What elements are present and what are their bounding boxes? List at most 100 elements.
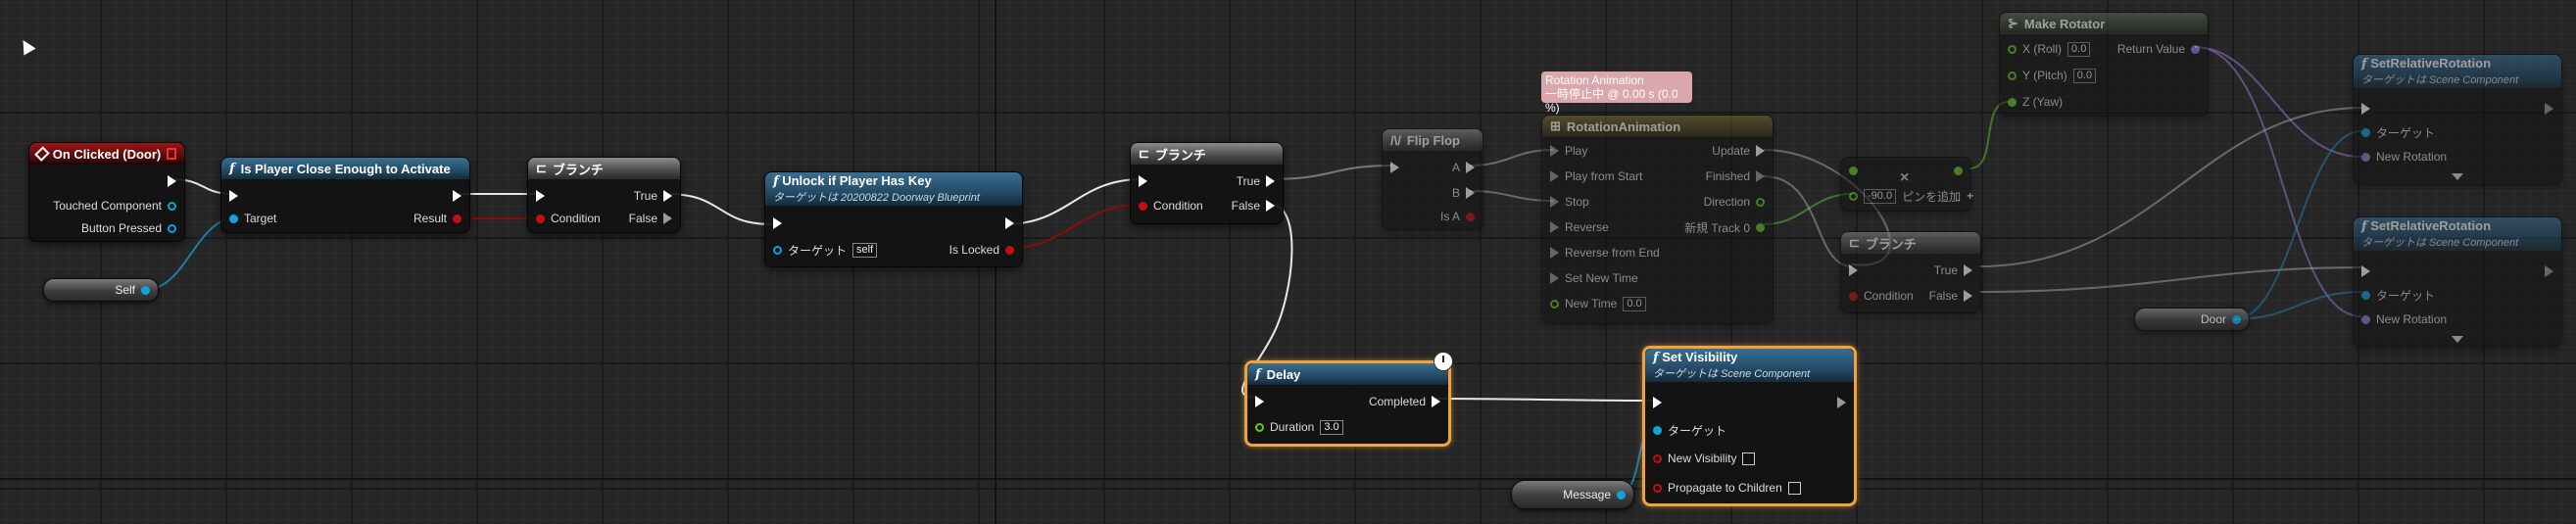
- pin-duration[interactable]: Duration 3.0: [1255, 418, 1343, 436]
- roll-value[interactable]: 0.0: [2067, 41, 2091, 57]
- branch-node-2[interactable]: ⊏ ブランチ True Condition False: [1130, 142, 1284, 224]
- plus-icon[interactable]: +: [1967, 189, 1973, 203]
- pin-result[interactable]: Result: [413, 210, 462, 227]
- pin-in-a[interactable]: [1849, 162, 1858, 179]
- blueprint-graph-canvas[interactable]: On Clicked (Door) Touched Component Butt…: [0, 0, 2576, 524]
- pin-b[interactable]: B: [1452, 184, 1475, 202]
- pin-target[interactable]: Target: [229, 210, 276, 227]
- pin-new-rotation[interactable]: New Rotation: [2361, 148, 2447, 166]
- event-node-on-clicked[interactable]: On Clicked (Door) Touched Component Butt…: [28, 142, 185, 242]
- variable-node-message[interactable]: Message: [1511, 480, 1634, 509]
- add-pin-label[interactable]: ピンを追加: [1902, 188, 1961, 205]
- exec-in-pin[interactable]: [2361, 262, 2370, 280]
- exec-pin-icon: [1756, 145, 1765, 157]
- duration-value[interactable]: 3.0: [1320, 419, 1343, 435]
- propagate-checkbox[interactable]: [1787, 481, 1801, 495]
- pin-pitch[interactable]: Y (Pitch) 0.0: [2008, 67, 2097, 84]
- pin-reverse[interactable]: Reverse: [1550, 218, 1609, 236]
- object-pin-icon: [2361, 290, 2370, 300]
- pin-touched-component[interactable]: Touched Component: [53, 197, 176, 214]
- exec-in-pin[interactable]: [1255, 393, 1264, 410]
- pin-new-visibility[interactable]: New Visibility: [1653, 450, 1756, 467]
- pin-condition[interactable]: Condition: [1849, 287, 1914, 305]
- flowcontrol-node-flip-flop[interactable]: /\/ Flip Flop A B Is A: [1382, 128, 1483, 230]
- pure-node-make-rotator[interactable]: ⊱ Make Rotator X (Roll) 0.0 Y (Pitch) 0.0 …: [1999, 12, 2209, 117]
- exec-in-pin[interactable]: [229, 187, 238, 205]
- pin-track-0[interactable]: 新規 Track 0: [1684, 218, 1765, 236]
- function-node-unlock[interactable]: f Unlock if Player Has Key ターゲットは 202008…: [764, 171, 1023, 267]
- delegate-square-icon[interactable]: [167, 148, 176, 160]
- timeline-node-rotation-animation[interactable]: ⊞ RotationAnimation Play Play from Start…: [1541, 115, 1774, 324]
- pin-update[interactable]: Update: [1712, 142, 1765, 160]
- pin-new-time[interactable]: New Time 0.0: [1550, 295, 1646, 312]
- target-default-value[interactable]: self: [852, 242, 878, 258]
- pin-false[interactable]: False: [1232, 197, 1275, 214]
- branch-node-1[interactable]: ⊏ ブランチ True Condition False: [527, 157, 681, 233]
- latent-node-delay[interactable]: f Delay Completed Duration 3.0: [1244, 360, 1451, 447]
- exec-in-pin[interactable]: [1139, 172, 1147, 190]
- expand-arrow-icon[interactable]: [2452, 336, 2463, 343]
- pin-is-locked[interactable]: Is Locked: [949, 241, 1014, 259]
- branch-icon: ⊏: [1849, 235, 1860, 250]
- pin-completed[interactable]: Completed: [1369, 393, 1440, 410]
- exec-in-pin[interactable]: [1849, 262, 1858, 279]
- exec-out-pin[interactable]: [1837, 394, 1846, 411]
- object-pin-icon[interactable]: [141, 285, 150, 295]
- pin-in-b[interactable]: -90.0 ピンを追加 +: [1849, 187, 1973, 205]
- pin-yaw[interactable]: Z (Yaw): [2008, 93, 2063, 111]
- variable-node-door[interactable]: Door: [2134, 308, 2250, 331]
- pin-set-new-time[interactable]: Set New Time: [1550, 269, 1638, 287]
- pin-false[interactable]: False: [629, 210, 672, 227]
- pin-is-a[interactable]: Is A: [1440, 208, 1475, 225]
- exec-in-pin[interactable]: [1390, 159, 1399, 176]
- exec-in-pin[interactable]: [773, 214, 782, 232]
- math-node-add-float[interactable]: -90.0 ピンを追加 + ×: [1840, 157, 1973, 212]
- pin-true[interactable]: True: [1237, 172, 1275, 190]
- pin-target[interactable]: ターゲット self: [773, 241, 878, 259]
- pin-false[interactable]: False: [1929, 287, 1972, 305]
- pin-return-value[interactable]: Return Value: [2117, 40, 2200, 58]
- pin-propagate[interactable]: Propagate to Children: [1653, 479, 1801, 497]
- variable-node-self[interactable]: Self: [43, 278, 159, 302]
- new-visibility-checkbox[interactable]: [1742, 452, 1756, 465]
- exec-out-pin[interactable]: [2545, 100, 2553, 118]
- pin-true[interactable]: True: [1934, 262, 1972, 279]
- pin-direction[interactable]: Direction: [1704, 193, 1765, 211]
- pin-out[interactable]: [1954, 162, 1963, 179]
- node-header: ⊏ ブランチ: [1841, 232, 1980, 254]
- pin-finished[interactable]: Finished: [1706, 167, 1765, 185]
- expand-arrow-icon[interactable]: [2452, 173, 2463, 180]
- function-node-set-relative-rotation-2[interactable]: f SetRelativeRotation ターゲットは Scene Compo…: [2353, 216, 2562, 348]
- exec-out-pin[interactable]: [453, 187, 462, 205]
- pin-condition[interactable]: Condition: [1139, 197, 1203, 214]
- pitch-value[interactable]: 0.0: [2072, 68, 2097, 83]
- float-value[interactable]: -90.0: [1864, 188, 1897, 204]
- exec-in-pin[interactable]: [2361, 100, 2370, 118]
- pin-button-pressed[interactable]: Button Pressed: [81, 219, 176, 237]
- object-pin-icon[interactable]: [1617, 490, 1626, 500]
- pin-play-from-start[interactable]: Play from Start: [1550, 167, 1642, 185]
- function-node-is-player-close[interactable]: f Is Player Close Enough to Activate Tar…: [220, 157, 470, 233]
- function-node-set-visibility[interactable]: f Set Visibility ターゲットは Scene Component …: [1642, 346, 1857, 506]
- object-pin-icon[interactable]: [2232, 314, 2241, 324]
- branch-node-3[interactable]: ⊏ ブランチ True Condition False: [1840, 231, 1981, 313]
- exec-in-pin[interactable]: [536, 187, 545, 205]
- pin-target[interactable]: ターゲット: [2361, 123, 2435, 141]
- pin-a[interactable]: A: [1452, 159, 1475, 176]
- pin-roll[interactable]: X (Roll) 0.0: [2008, 40, 2091, 58]
- pin-condition[interactable]: Condition: [536, 210, 601, 227]
- float-pin-icon: [1255, 422, 1264, 432]
- pin-target[interactable]: ターゲット: [1653, 421, 1726, 439]
- exec-out-pin[interactable]: [2545, 262, 2553, 280]
- pin-stop[interactable]: Stop: [1550, 193, 1589, 211]
- pin-true[interactable]: True: [634, 187, 672, 205]
- pin-new-rotation[interactable]: New Rotation: [2361, 310, 2447, 328]
- new-time-value[interactable]: 0.0: [1623, 296, 1646, 311]
- exec-out-pin[interactable]: [1005, 214, 1014, 232]
- pin-play[interactable]: Play: [1550, 142, 1587, 160]
- exec-in-pin[interactable]: [1653, 394, 1662, 411]
- pin-reverse-from-end[interactable]: Reverse from End: [1550, 244, 1660, 262]
- pin-target[interactable]: ターゲット: [2361, 286, 2435, 304]
- function-node-set-relative-rotation-1[interactable]: f SetRelativeRotation ターゲットは Scene Compo…: [2353, 54, 2562, 185]
- exec-out-pin[interactable]: [168, 172, 176, 190]
